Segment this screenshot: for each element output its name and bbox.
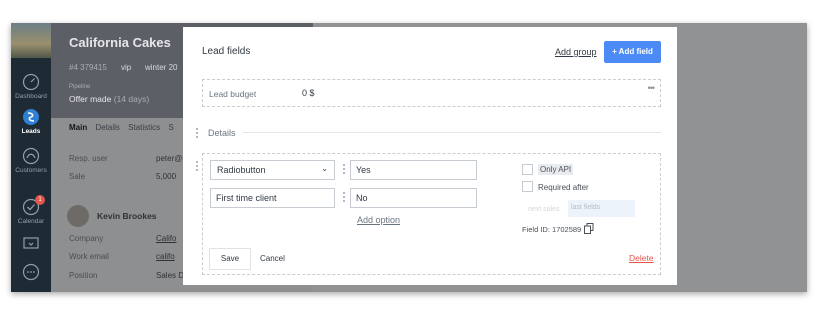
add-option-link[interactable]: Add option (357, 215, 400, 225)
lead-budget-value: 0 $ (302, 88, 315, 98)
save-button[interactable]: Save (209, 248, 251, 270)
contact-row-label: Position (69, 271, 98, 280)
tab-more[interactable]: S (168, 123, 173, 132)
contact-row-value[interactable]: califo (156, 252, 175, 261)
cancel-button[interactable]: Cancel (260, 254, 285, 263)
tab-main[interactable]: Main (69, 123, 87, 132)
modal-title: Lead fields (202, 46, 251, 57)
nav-label-leads: Leads (21, 128, 41, 135)
contact-row-label: Work email (69, 252, 109, 261)
pipeline-label: Pipeline (69, 84, 91, 90)
stage-days: (14 days) (113, 94, 150, 104)
only-api-text: Only API (538, 164, 574, 175)
nav-item-monitor[interactable] (11, 235, 51, 253)
nav-label-customers: Customers (15, 167, 47, 174)
lead-fields-modal: Lead fields Add group + Add field Lead b… (183, 27, 677, 285)
option-drag-handle-icon[interactable] (343, 164, 346, 176)
field-type-select[interactable]: Radiobutton ⌄ (210, 160, 335, 180)
drag-handle-icon[interactable] (196, 161, 199, 173)
lead-meta-id: #4 379415 (69, 63, 107, 72)
only-api-label: Only API (538, 164, 574, 175)
monitor-icon (23, 237, 39, 249)
option-drag-handle-icon[interactable] (343, 192, 346, 204)
row-value: peter@ (156, 154, 183, 163)
chat-icon (22, 263, 40, 281)
app-window: Dashboard Leads Customers 1 Calendar Cal… (11, 23, 807, 292)
delete-button[interactable]: Delete (629, 253, 654, 263)
nav-item-dashboard[interactable]: Dashboard (11, 73, 51, 100)
contact-row-value[interactable]: Califo (156, 234, 176, 243)
sidebar-nav: Dashboard Leads Customers 1 Calendar (11, 23, 51, 292)
nav-item-chat[interactable] (11, 263, 51, 281)
sidebar-header-image (11, 23, 51, 58)
copy-icon[interactable] (584, 223, 594, 234)
nav-label-dashboard: Dashboard (15, 93, 47, 100)
required-after-checkbox[interactable] (522, 181, 533, 192)
option-input-yes[interactable]: Yes (350, 160, 477, 180)
drag-handle-icon[interactable] (196, 128, 199, 140)
details-group-label: Details (208, 128, 236, 138)
customers-icon (22, 147, 40, 165)
lead-meta-season: winter 20 (145, 63, 178, 72)
lead-title: California Cakes (69, 35, 171, 50)
leads-logo-icon (23, 109, 39, 125)
nav-label-calendar: Calendar (17, 218, 45, 225)
row-label: Sale (69, 172, 86, 181)
chevron-down-icon: ⌄ (321, 164, 328, 173)
lead-budget-field-row[interactable]: Lead budget 0 $ ••• (202, 79, 661, 107)
more-options-icon[interactable]: ••• (648, 83, 656, 93)
only-api-checkbox[interactable] (522, 164, 533, 175)
field-type-value: Radiobutton (217, 165, 266, 175)
lead-stage: Offer made (14 days) (69, 94, 149, 104)
contact-row-label: Company (69, 234, 104, 243)
add-field-button[interactable]: + Add field (604, 41, 661, 63)
lead-meta-vip: vip (121, 63, 132, 72)
field-name-input[interactable]: First time client (210, 188, 335, 208)
row-label: Resp. user (69, 154, 108, 163)
nav-item-calendar[interactable]: 1 Calendar (11, 195, 51, 225)
field-id-text: Field ID: 1702589 (522, 225, 582, 234)
stage-name: Offer made (69, 94, 112, 104)
tab-statistics[interactable]: Statistics (128, 123, 160, 132)
speedometer-icon (22, 73, 40, 91)
avatar (67, 205, 89, 227)
lead-tabs: Main Details Statistics S (69, 123, 180, 132)
row-value: 5,000 (156, 172, 177, 181)
nav-item-customers[interactable]: Customers (11, 147, 51, 174)
calendar-badge: 1 (35, 195, 45, 205)
nav-item-leads[interactable]: Leads (11, 108, 51, 135)
add-group-link[interactable]: Add group (555, 47, 597, 57)
next-sales-label: next sales (528, 206, 560, 213)
lead-budget-label: Lead budget (209, 89, 257, 99)
details-divider (243, 132, 661, 133)
required-after-label: Required after (538, 183, 589, 192)
tab-details[interactable]: Details (95, 123, 119, 132)
last-fields-input[interactable]: last fields (568, 200, 635, 217)
option-input-no[interactable]: No (350, 188, 477, 208)
contact-name[interactable]: Kevin Brookes (97, 211, 157, 221)
contact-row-value: Sales D (156, 271, 185, 280)
